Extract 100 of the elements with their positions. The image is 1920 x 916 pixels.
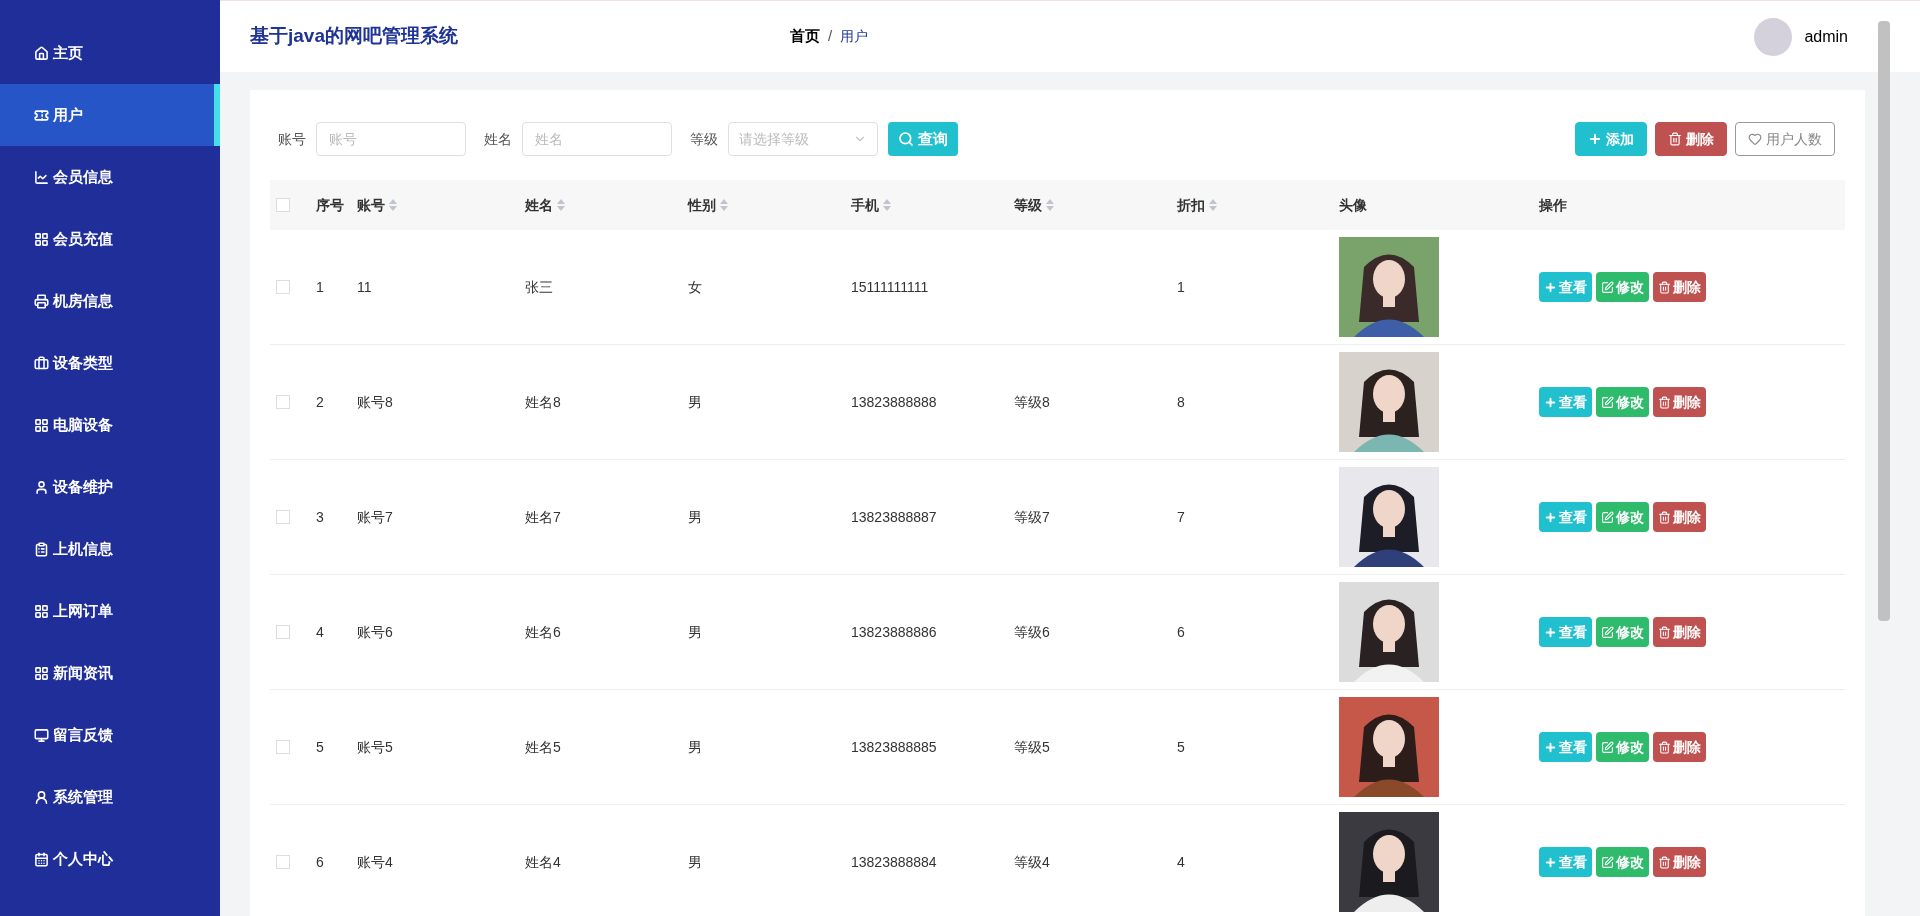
trash-icon (1658, 855, 1671, 869)
column-header[interactable]: 折扣 (1177, 194, 1217, 216)
table-cell-text: 等级7 (1014, 507, 1050, 527)
trash-icon (1658, 740, 1671, 754)
column-header[interactable]: 等级 (1014, 194, 1054, 216)
column-header: 序号 (316, 195, 344, 215)
sidebar-item[interactable]: 个人中心 (0, 828, 220, 890)
table-cell-text: 11 (357, 277, 372, 297)
edit-icon (1601, 280, 1614, 294)
sidebar-item[interactable]: 会员充值 (0, 208, 220, 270)
checkbox[interactable] (276, 855, 290, 869)
table-cell-text: 姓名5 (525, 737, 561, 757)
sidebar-item[interactable]: 留言反馈 (0, 704, 220, 766)
person-icon (34, 479, 49, 495)
sidebar-item[interactable]: 设备类型 (0, 332, 220, 394)
column-header[interactable]: 姓名 (525, 194, 565, 216)
table-cell-text: 账号5 (357, 737, 393, 757)
search-field[interactable]: 账号 (316, 122, 466, 156)
filter-label: 等级 (690, 129, 718, 149)
edit-icon (1601, 855, 1614, 869)
table-cell-text: 张三 (525, 277, 553, 297)
checkbox[interactable] (276, 198, 290, 212)
user-name[interactable]: admin (1804, 24, 1848, 49)
row-action-button[interactable]: 删除 (1653, 617, 1706, 647)
table-cell-text: 15111111111 (851, 277, 929, 297)
plus-icon (1544, 740, 1557, 754)
row-action-button[interactable]: 删除 (1653, 732, 1706, 762)
sidebar-item[interactable]: 上网订单 (0, 580, 220, 642)
toolbar-button[interactable]: 用户人数 (1735, 122, 1835, 156)
edit-icon (1601, 510, 1614, 524)
filter-label: 账号 (278, 129, 306, 149)
table-cell-text: 男 (688, 507, 702, 527)
sidebar-item[interactable]: 设备维护 (0, 456, 220, 518)
table-cell-text: 姓名4 (525, 852, 561, 872)
breadcrumb-item[interactable]: 首页 (790, 25, 820, 48)
checkbox[interactable] (276, 395, 290, 409)
table-cell-text: 13823888886 (851, 622, 937, 642)
chart-icon (34, 169, 49, 185)
sidebar-item[interactable]: 电脑设备 (0, 394, 220, 456)
trash-icon (1658, 510, 1671, 524)
column-header[interactable]: 性别 (688, 194, 728, 216)
sidebar-item[interactable]: 机房信息 (0, 270, 220, 332)
table-cell-text: 账号8 (357, 392, 393, 412)
sort-icon[interactable] (883, 199, 891, 211)
sort-icon[interactable] (1046, 199, 1054, 211)
table-cell-text: 账号6 (357, 622, 393, 642)
row-action-button[interactable]: 删除 (1653, 847, 1706, 877)
search-field[interactable]: 姓名 (522, 122, 672, 156)
calendar-icon (34, 851, 49, 867)
grid-icon (34, 231, 49, 247)
plus-icon (1544, 510, 1557, 524)
table-cell-text: 8 (1177, 392, 1185, 412)
search-icon (898, 131, 914, 147)
table-cell-text: 姓名7 (525, 507, 561, 527)
table-cell-text: 等级4 (1014, 852, 1050, 872)
trash-icon (1658, 625, 1671, 639)
clipboard-icon (34, 541, 49, 557)
grid-icon (34, 665, 49, 681)
sidebar-item[interactable]: 会员信息 (0, 146, 220, 208)
table-cell-text: 3 (316, 507, 324, 527)
table-cell-text: 13823888884 (851, 852, 937, 872)
ticket-icon (34, 107, 49, 123)
sort-icon[interactable] (1209, 199, 1217, 211)
plus-icon (1588, 132, 1602, 146)
table-cell-text: 6 (316, 852, 324, 872)
checkbox[interactable] (276, 510, 290, 524)
sort-icon[interactable] (389, 199, 397, 211)
table-cell-text: 5 (316, 737, 324, 757)
table-cell-text: 等级8 (1014, 392, 1050, 412)
sort-icon[interactable] (720, 199, 728, 211)
checkbox[interactable] (276, 625, 290, 639)
table-cell-text: 等级6 (1014, 622, 1050, 642)
sidebar-item[interactable]: 主页 (0, 22, 220, 84)
plus-icon (1544, 280, 1557, 294)
column-header[interactable]: 账号 (357, 194, 397, 216)
column-header: 操作 (1539, 195, 1567, 215)
sidebar-item[interactable]: 用户 (0, 84, 220, 146)
sidebar-item[interactable]: 新闻资讯 (0, 642, 220, 704)
sidebar-item[interactable]: 上机信息 (0, 518, 220, 580)
breadcrumb-item[interactable]: 用户 (840, 26, 869, 47)
sort-icon[interactable] (557, 199, 565, 211)
printer-icon (34, 293, 49, 309)
toolbar-button[interactable]: 删除 (1655, 122, 1727, 156)
table-cell-text: 4 (1177, 852, 1185, 872)
row-action-button[interactable]: 删除 (1653, 502, 1706, 532)
table-cell-text: 姓名6 (525, 622, 561, 642)
breadcrumb-separator: / (828, 26, 833, 47)
filter-label: 姓名 (484, 129, 512, 149)
row-action-button[interactable]: 删除 (1653, 272, 1706, 302)
grid-icon (34, 417, 49, 433)
user-avatar[interactable] (1754, 17, 1793, 56)
column-header[interactable]: 手机 (851, 194, 891, 216)
table-cell-text: 13823888887 (851, 507, 937, 527)
checkbox[interactable] (276, 280, 290, 294)
table-cell-text: 等级5 (1014, 737, 1050, 757)
table-cell-text: 2 (316, 392, 324, 412)
sidebar-item[interactable]: 系统管理 (0, 766, 220, 828)
checkbox[interactable] (276, 740, 290, 754)
row-action-button[interactable]: 删除 (1653, 387, 1706, 417)
trash-icon (1658, 280, 1671, 294)
